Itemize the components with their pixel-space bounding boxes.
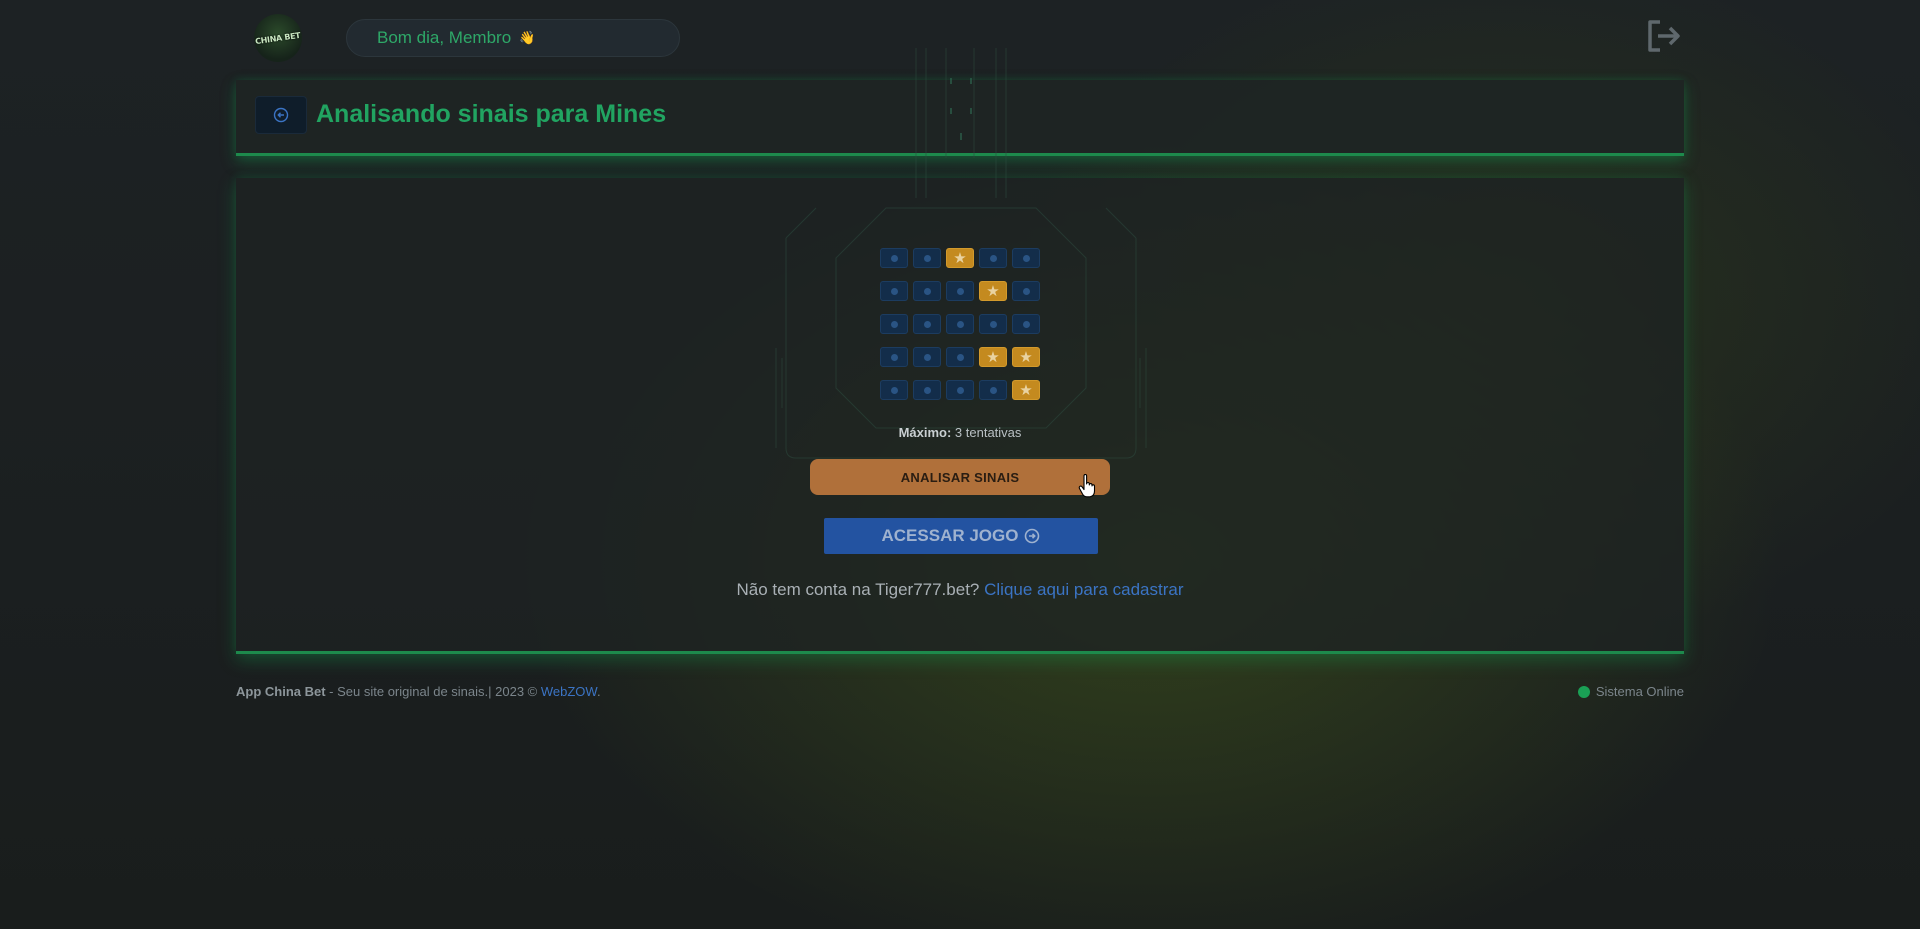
footer-tagline: - Seu site original de sinais.| 2023 © (325, 684, 541, 699)
grid-cell-hidden (1012, 248, 1040, 268)
grid-cell-hidden (880, 347, 908, 367)
top-header: CHINA BET Bom dia, Membro 👋 (236, 12, 1684, 64)
grid-cell-hidden (1012, 314, 1040, 334)
grid-cell-hidden (880, 248, 908, 268)
dot-icon (1022, 287, 1030, 295)
status-online-icon (1577, 685, 1590, 698)
dot-icon (956, 287, 964, 295)
star-icon: ★ (986, 281, 1000, 300)
grid-cell-hidden (880, 281, 908, 301)
grid-cell-hidden (913, 380, 941, 400)
footer-credits: App China Bet - Seu site original de sin… (236, 684, 601, 699)
greeting-text: Bom dia, Membro (377, 28, 512, 47)
arrow-right-circle-icon (1025, 528, 1040, 544)
grid-cell-hidden (913, 281, 941, 301)
logout-icon (1648, 20, 1680, 52)
grid-cell-hidden (979, 380, 1007, 400)
dot-icon (1022, 320, 1030, 328)
logout-button[interactable] (1644, 16, 1684, 56)
dot-icon (890, 353, 898, 361)
title-card: Analisando sinais para Mines (236, 80, 1684, 156)
dot-icon (890, 320, 898, 328)
wave-emoji-icon: 👋 (519, 30, 536, 45)
access-game-label: ACESSAR JOGO (881, 526, 1019, 545)
grid-cell-star: ★ (946, 248, 974, 268)
max-attempts-label: Máximo: (898, 425, 952, 440)
dot-icon (989, 386, 997, 394)
grid-cell-hidden (946, 314, 974, 334)
dot-icon (890, 386, 898, 394)
signup-text: Não tem conta na Tiger777.bet? (736, 580, 980, 599)
logo-text: CHINA BET (254, 30, 302, 46)
grid-cell-star: ★ (1012, 347, 1040, 367)
dot-icon (923, 320, 931, 328)
grid-cell-hidden (946, 380, 974, 400)
dot-icon (1022, 254, 1030, 262)
signup-prompt: Não tem conta na Tiger777.bet? Clique aq… (236, 580, 1684, 600)
analyze-signals-button[interactable]: ANALISAR SINAIS (810, 459, 1110, 495)
footer-brand: App China Bet (236, 684, 326, 699)
star-icon: ★ (953, 248, 967, 267)
dot-icon (956, 386, 964, 394)
hand-cursor-icon (1078, 474, 1096, 498)
signup-link[interactable]: Clique aqui para cadastrar (984, 580, 1183, 599)
grid-cell-hidden (913, 347, 941, 367)
dot-icon (989, 254, 997, 262)
dot-icon (956, 353, 964, 361)
access-game-button[interactable]: ACESSAR JOGO (824, 518, 1098, 554)
footer-period: . (596, 684, 601, 699)
dot-icon (956, 320, 964, 328)
max-attempts-value: 3 tentativas (954, 425, 1022, 440)
grid-cell-hidden (979, 314, 1007, 334)
greeting-pill: Bom dia, Membro 👋 (346, 19, 680, 57)
dot-icon (890, 254, 898, 262)
dot-icon (923, 386, 931, 394)
grid-cell-hidden (1012, 281, 1040, 301)
dot-icon (890, 287, 898, 295)
dot-icon (923, 353, 931, 361)
footer: App China Bet - Seu site original de sin… (236, 684, 1684, 704)
grid-cell-hidden (946, 281, 974, 301)
dot-icon (923, 254, 931, 262)
grid-cell-hidden (913, 314, 941, 334)
footer-credit-link[interactable]: WebZOW (541, 684, 597, 699)
system-status: Sistema Online (1577, 684, 1684, 699)
star-icon: ★ (1019, 347, 1033, 366)
grid-cell-hidden (880, 314, 908, 334)
star-icon: ★ (986, 347, 1000, 366)
grid-cell-hidden (979, 248, 1007, 268)
grid-cell-hidden (913, 248, 941, 268)
brand-logo[interactable]: CHINA BET (254, 14, 302, 62)
grid-cell-star: ★ (979, 281, 1007, 301)
grid-cell-star: ★ (1012, 380, 1040, 400)
arrow-left-circle-icon (273, 107, 289, 123)
analysis-card: ★ ★ ★ ★ ★ Máximo: 3 tentativas ANALISAR SINA… (236, 48, 1684, 654)
page-title: Analisando sinais para Mines (316, 100, 667, 128)
grid-cell-hidden (880, 380, 908, 400)
star-icon: ★ (1019, 380, 1033, 399)
mines-grid: ★ ★ ★ ★ ★ (880, 248, 1042, 400)
grid-cell-star: ★ (979, 347, 1007, 367)
dot-icon (989, 320, 997, 328)
dot-icon (923, 287, 931, 295)
grid-cell-hidden (946, 347, 974, 367)
status-text: Sistema Online (1595, 684, 1684, 699)
back-button[interactable] (255, 96, 307, 134)
max-attempts-line: Máximo: 3 tentativas (236, 425, 1684, 440)
